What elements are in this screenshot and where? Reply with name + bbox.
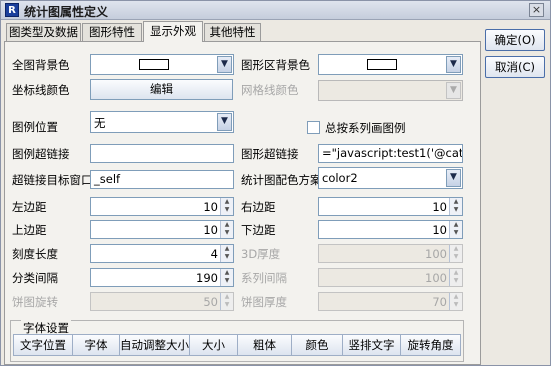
top-margin-label: 上边距	[12, 223, 47, 237]
left-margin-spinner[interactable]: 10 ▲ ▼	[90, 197, 234, 216]
pie-thickness-spinner: 70 ▲ ▼	[318, 292, 463, 311]
legend-link-input[interactable]	[90, 144, 234, 163]
legend-by-series-checkbox[interactable]	[307, 121, 320, 134]
edit-axis-color-button[interactable]: 编辑	[90, 79, 233, 100]
color-scheme-value: color2	[322, 171, 358, 185]
link-target-input[interactable]: _self	[90, 170, 234, 189]
spinner-arrows-icon: ▲ ▼	[449, 293, 462, 310]
legend-position-value: 无	[94, 116, 106, 130]
bottom-margin-label: 下边距	[241, 223, 276, 237]
legend-link-label: 图例超链接	[12, 147, 70, 161]
left-margin-value: 10	[203, 200, 218, 214]
grid-color-combo: ▼	[318, 80, 463, 101]
close-button[interactable]: ×	[529, 3, 544, 17]
tab-other-props[interactable]: 其他特性	[204, 23, 261, 41]
category-gap-label: 分类间隔	[12, 271, 58, 285]
font-col-vertical-text[interactable]: 竖排文字	[342, 334, 401, 356]
plot-bg-swatch	[367, 59, 397, 70]
legend-position-label: 图例位置	[12, 120, 58, 134]
font-col-size[interactable]: 大小	[189, 334, 238, 356]
font-col-font[interactable]: 字体	[72, 334, 120, 356]
legend-position-combo[interactable]: 无 ▼	[90, 111, 234, 133]
font-col-color[interactable]: 颜色	[291, 334, 343, 356]
thickness-3d-label: 3D厚度	[241, 247, 281, 261]
pie-rotation-spinner: 50 ▲ ▼	[90, 292, 234, 311]
chart-link-input[interactable]: ="javascript:test1('@category','	[318, 144, 463, 163]
pie-rotation-label: 饼图旋转	[12, 295, 58, 309]
axis-color-label: 坐标线颜色	[12, 83, 70, 97]
font-settings-header-bar: 文字位置 字体 自动调整大小 大小 粗体 颜色 竖排文字 旋转角度	[13, 334, 462, 359]
color-scheme-combo[interactable]: color2 ▼	[318, 167, 463, 189]
app-logo-icon: R	[5, 3, 19, 17]
tick-length-label: 刻度长度	[12, 247, 58, 261]
spinner-arrows-icon: ▲ ▼	[220, 293, 233, 310]
font-col-bold[interactable]: 粗体	[237, 334, 292, 356]
pie-rotation-value: 50	[203, 295, 218, 309]
legend-by-series-label: 总按系列画图例	[325, 121, 406, 135]
bottom-margin-spinner[interactable]: 10 ▲ ▼	[318, 220, 463, 239]
top-margin-spinner[interactable]: 10 ▲ ▼	[90, 220, 234, 239]
full-bg-color-combo[interactable]: ▼	[90, 54, 234, 75]
color-scheme-label: 统计图配色方案	[241, 173, 322, 187]
spinner-arrows-icon[interactable]: ▲ ▼	[449, 221, 462, 238]
thickness-3d-spinner: 100 ▲ ▼	[318, 244, 463, 263]
pie-thickness-value: 70	[432, 295, 447, 309]
grid-color-label: 网格线颜色	[241, 83, 299, 97]
title-bar[interactable]: R 统计图属性定义 ×	[1, 1, 550, 20]
spinner-arrows-icon[interactable]: ▲ ▼	[220, 221, 233, 238]
top-margin-value: 10	[203, 223, 218, 237]
right-margin-value: 10	[432, 200, 447, 214]
chevron-down-icon[interactable]: ▼	[446, 169, 461, 187]
series-gap-label: 系列间隔	[241, 271, 287, 285]
tick-length-value: 4	[210, 247, 218, 261]
window-title: 统计图属性定义	[24, 5, 109, 19]
chevron-down-icon[interactable]: ▼	[217, 56, 232, 73]
full-bg-label: 全图背景色	[12, 58, 70, 72]
tab-appearance[interactable]: 显示外观	[143, 21, 203, 42]
right-margin-label: 右边距	[241, 200, 276, 214]
spinner-arrows-icon[interactable]: ▲ ▼	[220, 198, 233, 215]
tick-length-spinner[interactable]: 4 ▲ ▼	[90, 244, 234, 263]
tab-graph-props[interactable]: 图形特性	[82, 23, 142, 41]
spinner-arrows-icon: ▲ ▼	[449, 269, 462, 286]
font-col-rotation[interactable]: 旋转角度	[400, 334, 461, 356]
thickness-3d-value: 100	[425, 247, 447, 261]
tab-type-data[interactable]: 图类型及数据	[6, 23, 81, 41]
bottom-margin-value: 10	[432, 223, 447, 237]
series-gap-spinner: 100 ▲ ▼	[318, 268, 463, 287]
chevron-down-icon[interactable]: ▼	[217, 113, 232, 131]
font-col-text-position[interactable]: 文字位置	[13, 334, 73, 356]
pie-thickness-label: 饼图厚度	[241, 295, 287, 309]
font-settings-group: 字体设置 文字位置 字体 自动调整大小 大小 粗体 颜色 竖排文字 旋转角度	[10, 320, 464, 362]
font-col-auto-size[interactable]: 自动调整大小	[119, 334, 190, 356]
spinner-arrows-icon[interactable]: ▲ ▼	[220, 245, 233, 262]
series-gap-value: 100	[425, 271, 447, 285]
ok-button[interactable]: 确定(O)	[485, 29, 545, 51]
spinner-arrows-icon: ▲ ▼	[449, 245, 462, 262]
spinner-arrows-icon[interactable]: ▲ ▼	[449, 198, 462, 215]
category-gap-value: 190	[196, 271, 218, 285]
category-gap-spinner[interactable]: 190 ▲ ▼	[90, 268, 234, 287]
full-bg-swatch	[139, 59, 169, 70]
chevron-down-icon[interactable]: ▼	[446, 56, 461, 73]
properties-dialog: R 统计图属性定义 × 图类型及数据 图形特性 显示外观 其他特性 全图背景色 …	[0, 0, 551, 366]
cancel-button[interactable]: 取消(C)	[485, 56, 545, 78]
chart-link-label: 图形超链接	[241, 147, 299, 161]
plot-bg-label: 图形区背景色	[241, 58, 310, 72]
right-margin-spinner[interactable]: 10 ▲ ▼	[318, 197, 463, 216]
link-target-label: 超链接目标窗口	[12, 173, 93, 187]
chevron-down-icon: ▼	[446, 82, 461, 99]
left-margin-label: 左边距	[12, 200, 47, 214]
plot-bg-color-combo[interactable]: ▼	[318, 54, 463, 75]
spinner-arrows-icon[interactable]: ▲ ▼	[220, 269, 233, 286]
